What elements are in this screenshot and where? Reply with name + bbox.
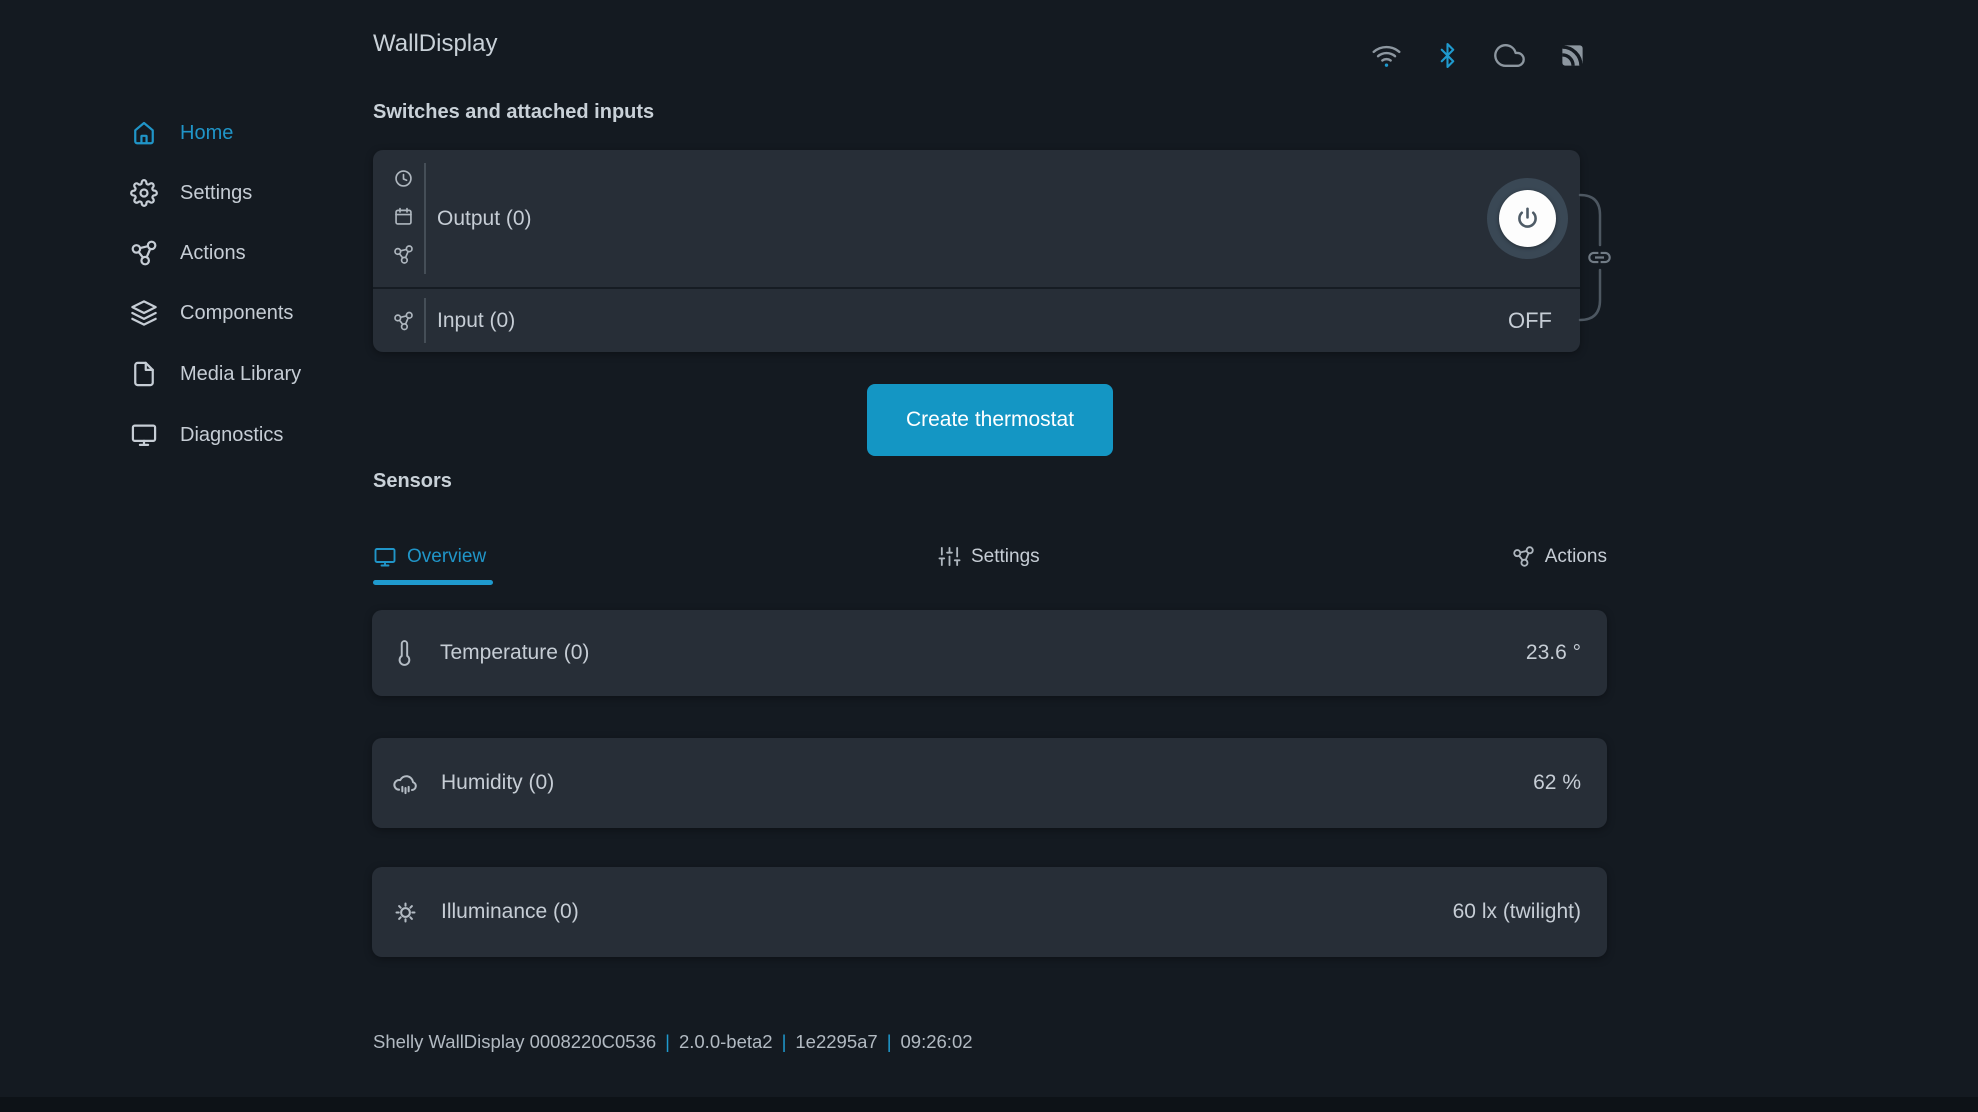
actions-icon (130, 239, 158, 267)
input-row[interactable]: Input (0) OFF (373, 289, 1580, 352)
sensor-label: Humidity (0) (441, 771, 554, 795)
sensors-section-heading: Sensors (373, 470, 452, 493)
sliders-icon (938, 545, 961, 568)
bluetooth-icon (1435, 43, 1460, 68)
illuminance-icon (392, 899, 419, 926)
power-button-halo (1487, 178, 1568, 259)
switches-section-heading: Switches and attached inputs (373, 101, 654, 124)
output-row[interactable]: Output (0) (373, 150, 1580, 287)
sidebar-item-actions[interactable]: Actions (130, 233, 246, 273)
page-title: WallDisplay (373, 30, 497, 58)
sidebar-item-label: Media Library (180, 363, 301, 386)
file-icon (130, 360, 158, 388)
home-icon (130, 119, 158, 147)
sidebar-item-label: Actions (180, 242, 246, 265)
sensor-label: Temperature (0) (440, 641, 589, 665)
sidebar-item-label: Components (180, 302, 293, 325)
status-icon-bar (1372, 40, 1586, 71)
actions-icon (393, 310, 414, 331)
gear-icon (130, 179, 158, 207)
monitor-icon (130, 421, 158, 449)
sensor-label: Illuminance (0) (441, 900, 579, 924)
footer-device: Shelly WallDisplay 0008220C0536 (373, 1031, 656, 1052)
tab-label: Actions (1545, 546, 1607, 568)
tab-actions[interactable]: Actions (1512, 545, 1607, 568)
power-icon (1514, 205, 1541, 232)
sensor-value: 60 lx (twilight) (1453, 900, 1581, 924)
output-row-icons (393, 168, 414, 265)
actions-icon (1512, 545, 1535, 568)
input-row-icons (393, 310, 414, 331)
cloud-icon (1494, 40, 1525, 71)
bottom-edge-bar (0, 1097, 1978, 1112)
sidebar-item-label: Diagnostics (180, 424, 283, 447)
active-tab-underline (373, 580, 493, 585)
switch-card: Output (0) (373, 150, 1580, 352)
tab-overview[interactable]: Overview (373, 545, 486, 569)
sidebar-item-home[interactable]: Home (130, 113, 233, 153)
actions-icon (393, 244, 414, 265)
input-state: OFF (1508, 308, 1552, 334)
sidebar-item-diagnostics[interactable]: Diagnostics (130, 415, 283, 455)
sensor-row-humidity[interactable]: Humidity (0) 62 % (372, 738, 1607, 828)
tab-label: Settings (971, 546, 1040, 568)
tab-settings[interactable]: Settings (938, 545, 1040, 568)
icon-column-divider (424, 298, 426, 343)
icon-column-divider (424, 163, 426, 274)
link-icon[interactable] (1586, 244, 1613, 271)
tab-label: Overview (407, 546, 486, 568)
sidebar-item-settings[interactable]: Settings (130, 173, 252, 213)
power-button[interactable] (1499, 190, 1556, 247)
sensor-value: 62 % (1533, 771, 1581, 795)
footer-build: 1e2295a7 (795, 1031, 877, 1052)
footer-separator: | (782, 1031, 787, 1052)
sidebar-item-label: Home (180, 122, 233, 145)
footer-version: 2.0.0-beta2 (679, 1031, 773, 1052)
input-label: Input (0) (437, 309, 515, 333)
sensor-value: 23.6 ° (1526, 641, 1581, 665)
thermometer-icon (392, 640, 418, 666)
footer-separator: | (665, 1031, 670, 1052)
monitor-icon (373, 545, 397, 569)
footer-time: 09:26:02 (901, 1031, 973, 1052)
device-info-footer: Shelly WallDisplay 0008220C0536 | 2.0.0-be… (373, 1031, 973, 1053)
layers-icon (130, 299, 158, 327)
wifi-icon (1372, 41, 1401, 70)
sidebar-item-media-library[interactable]: Media Library (130, 354, 301, 394)
calendar-icon (393, 206, 414, 227)
sidebar-item-components[interactable]: Components (130, 293, 293, 333)
broadcast-icon (1559, 42, 1586, 69)
footer-separator: | (887, 1031, 892, 1052)
walldisplay-screen: WallDisplay (0, 0, 1978, 1112)
humidity-icon (392, 770, 419, 797)
sensor-row-temperature[interactable]: Temperature (0) 23.6 ° (372, 610, 1607, 696)
create-thermostat-button[interactable]: Create thermostat (867, 384, 1113, 456)
sensor-row-illuminance[interactable]: Illuminance (0) 60 lx (twilight) (372, 867, 1607, 957)
sidebar-item-label: Settings (180, 182, 252, 205)
clock-icon (393, 168, 414, 189)
output-label: Output (0) (437, 207, 532, 231)
